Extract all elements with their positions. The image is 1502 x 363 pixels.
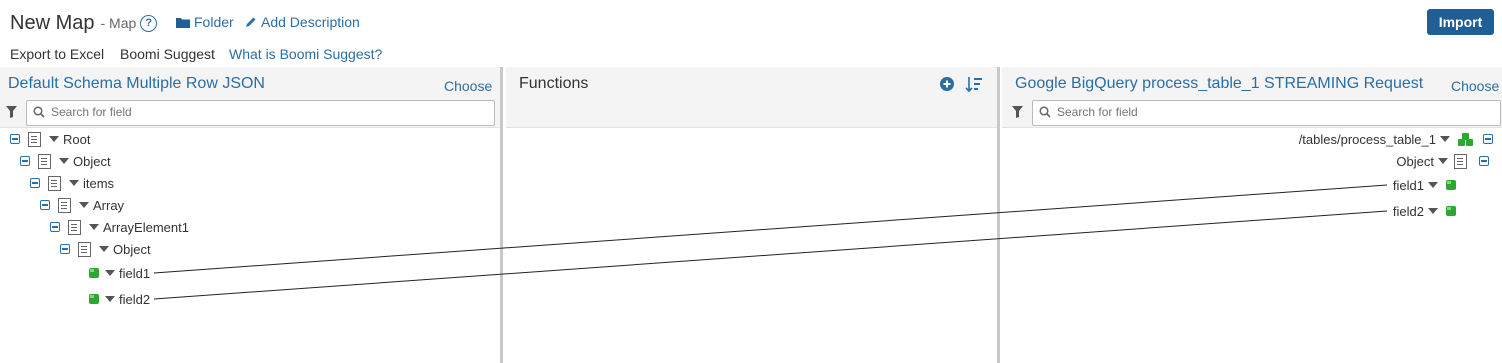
tree-node-arrayelement1[interactable]: ArrayElement1 xyxy=(50,218,189,236)
destination-search-input[interactable] xyxy=(1055,104,1433,120)
element-icon xyxy=(68,219,81,235)
node-label: /tables/process_table_1 xyxy=(1298,131,1436,147)
chevron-down-icon[interactable] xyxy=(49,136,59,142)
chevron-down-icon[interactable] xyxy=(105,270,115,276)
tree-node-field2[interactable]: field2 xyxy=(89,290,150,308)
mapping-lines xyxy=(153,184,1388,300)
node-label: Object xyxy=(113,241,151,257)
page-title: New Map xyxy=(10,11,95,34)
page-subtitle: - Map xyxy=(100,15,137,31)
title-row: New Map - Map ? xyxy=(10,10,158,36)
collapse-icon[interactable] xyxy=(20,156,30,166)
destination-search-bar xyxy=(1002,99,1502,128)
export-to-excel-link[interactable]: Export to Excel xyxy=(10,46,104,62)
panel-divider-left[interactable] xyxy=(500,67,503,363)
filter-icon[interactable] xyxy=(6,106,17,118)
folder-label: Folder xyxy=(194,14,234,30)
node-label: field1 xyxy=(1392,177,1424,193)
tree-node-object-inner[interactable]: Object xyxy=(60,240,151,258)
folder-icon xyxy=(176,17,190,28)
sort-icon[interactable] xyxy=(965,76,983,93)
tree-node-field1[interactable]: field1 xyxy=(89,264,150,282)
chevron-down-icon[interactable] xyxy=(1428,182,1438,188)
multiple-elements-icon xyxy=(1458,132,1473,146)
pencil-icon xyxy=(246,17,256,27)
source-search-input[interactable] xyxy=(49,104,427,120)
chevron-down-icon[interactable] xyxy=(105,296,115,302)
mapping-line-field2[interactable] xyxy=(153,210,1388,300)
add-function-icon[interactable] xyxy=(940,77,954,91)
node-label: field2 xyxy=(1392,203,1424,219)
panel-divider-right[interactable] xyxy=(997,67,1000,363)
destination-search-box xyxy=(1032,100,1501,126)
element-icon xyxy=(38,153,51,169)
chevron-down-icon[interactable] xyxy=(69,180,79,186)
dest-node-field2[interactable]: field2 xyxy=(1393,202,1458,220)
boomi-suggest-link[interactable]: Boomi Suggest xyxy=(120,46,215,62)
help-icon[interactable]: ? xyxy=(140,14,158,32)
destination-title: Google BigQuery process_table_1 STREAMIN… xyxy=(1015,75,1424,92)
add-description-label: Add Description xyxy=(261,14,360,30)
chevron-down-icon[interactable] xyxy=(1440,136,1450,142)
node-label: Root xyxy=(63,131,91,147)
functions-search-spacer xyxy=(506,99,997,128)
import-button[interactable]: Import xyxy=(1427,9,1494,35)
dest-node-field1[interactable]: field1 xyxy=(1393,176,1458,194)
chevron-down-icon[interactable] xyxy=(79,202,89,208)
dest-node-object[interactable]: Object xyxy=(1396,152,1489,170)
element-icon xyxy=(48,175,61,191)
search-icon xyxy=(1039,106,1051,118)
search-icon xyxy=(33,106,45,118)
source-search-box xyxy=(26,100,495,126)
collapse-icon[interactable] xyxy=(40,200,50,210)
chevron-down-icon[interactable] xyxy=(1438,158,1448,164)
node-label: Object xyxy=(1396,153,1434,169)
folder-link[interactable]: Folder xyxy=(176,14,234,30)
element-icon xyxy=(1454,153,1467,169)
source-search-bar xyxy=(0,99,500,128)
functions-panel-header: Functions xyxy=(506,67,997,100)
add-description-link[interactable]: Add Description xyxy=(245,14,360,30)
field-icon xyxy=(89,294,99,304)
destination-choose-link[interactable]: Choose xyxy=(1451,78,1499,94)
dest-node-tables[interactable]: /tables/process_table_1 xyxy=(1299,130,1493,148)
chevron-down-icon[interactable] xyxy=(1428,208,1438,214)
field-icon xyxy=(1446,180,1456,190)
field-icon xyxy=(1446,206,1456,216)
node-label: Array xyxy=(93,197,125,213)
tree-node-items[interactable]: items xyxy=(30,174,114,192)
source-choose-link[interactable]: Choose xyxy=(444,78,492,94)
chevron-down-icon[interactable] xyxy=(89,224,99,230)
mapping-line-field1[interactable] xyxy=(153,184,1388,274)
node-label: field2 xyxy=(119,291,151,307)
node-label: field1 xyxy=(119,265,151,281)
collapse-icon[interactable] xyxy=(50,222,60,232)
source-title: Default Schema Multiple Row JSON xyxy=(8,75,265,92)
functions-title: Functions xyxy=(519,75,589,92)
field-icon xyxy=(89,268,99,278)
tree-node-root[interactable]: Root xyxy=(10,130,90,148)
node-label: items xyxy=(83,175,115,191)
chevron-down-icon[interactable] xyxy=(99,246,109,252)
source-panel-header: Default Schema Multiple Row JSON Choose xyxy=(0,67,500,100)
collapse-icon[interactable] xyxy=(30,178,40,188)
chevron-down-icon[interactable] xyxy=(59,158,69,164)
filter-icon[interactable] xyxy=(1012,106,1023,118)
element-icon xyxy=(58,197,71,213)
what-is-boomi-suggest-link[interactable]: What is Boomi Suggest? xyxy=(229,46,382,62)
collapse-icon[interactable] xyxy=(60,244,70,254)
node-label: Object xyxy=(73,153,111,169)
collapse-icon[interactable] xyxy=(1483,134,1493,144)
tree-node-array[interactable]: Array xyxy=(40,196,124,214)
destination-panel-header: Google BigQuery process_table_1 STREAMIN… xyxy=(1002,67,1502,100)
tree-node-object[interactable]: Object xyxy=(20,152,111,170)
collapse-icon[interactable] xyxy=(1479,156,1489,166)
element-icon xyxy=(78,241,91,257)
element-icon xyxy=(28,131,41,147)
collapse-icon[interactable] xyxy=(10,134,20,144)
node-label: ArrayElement1 xyxy=(103,219,189,235)
